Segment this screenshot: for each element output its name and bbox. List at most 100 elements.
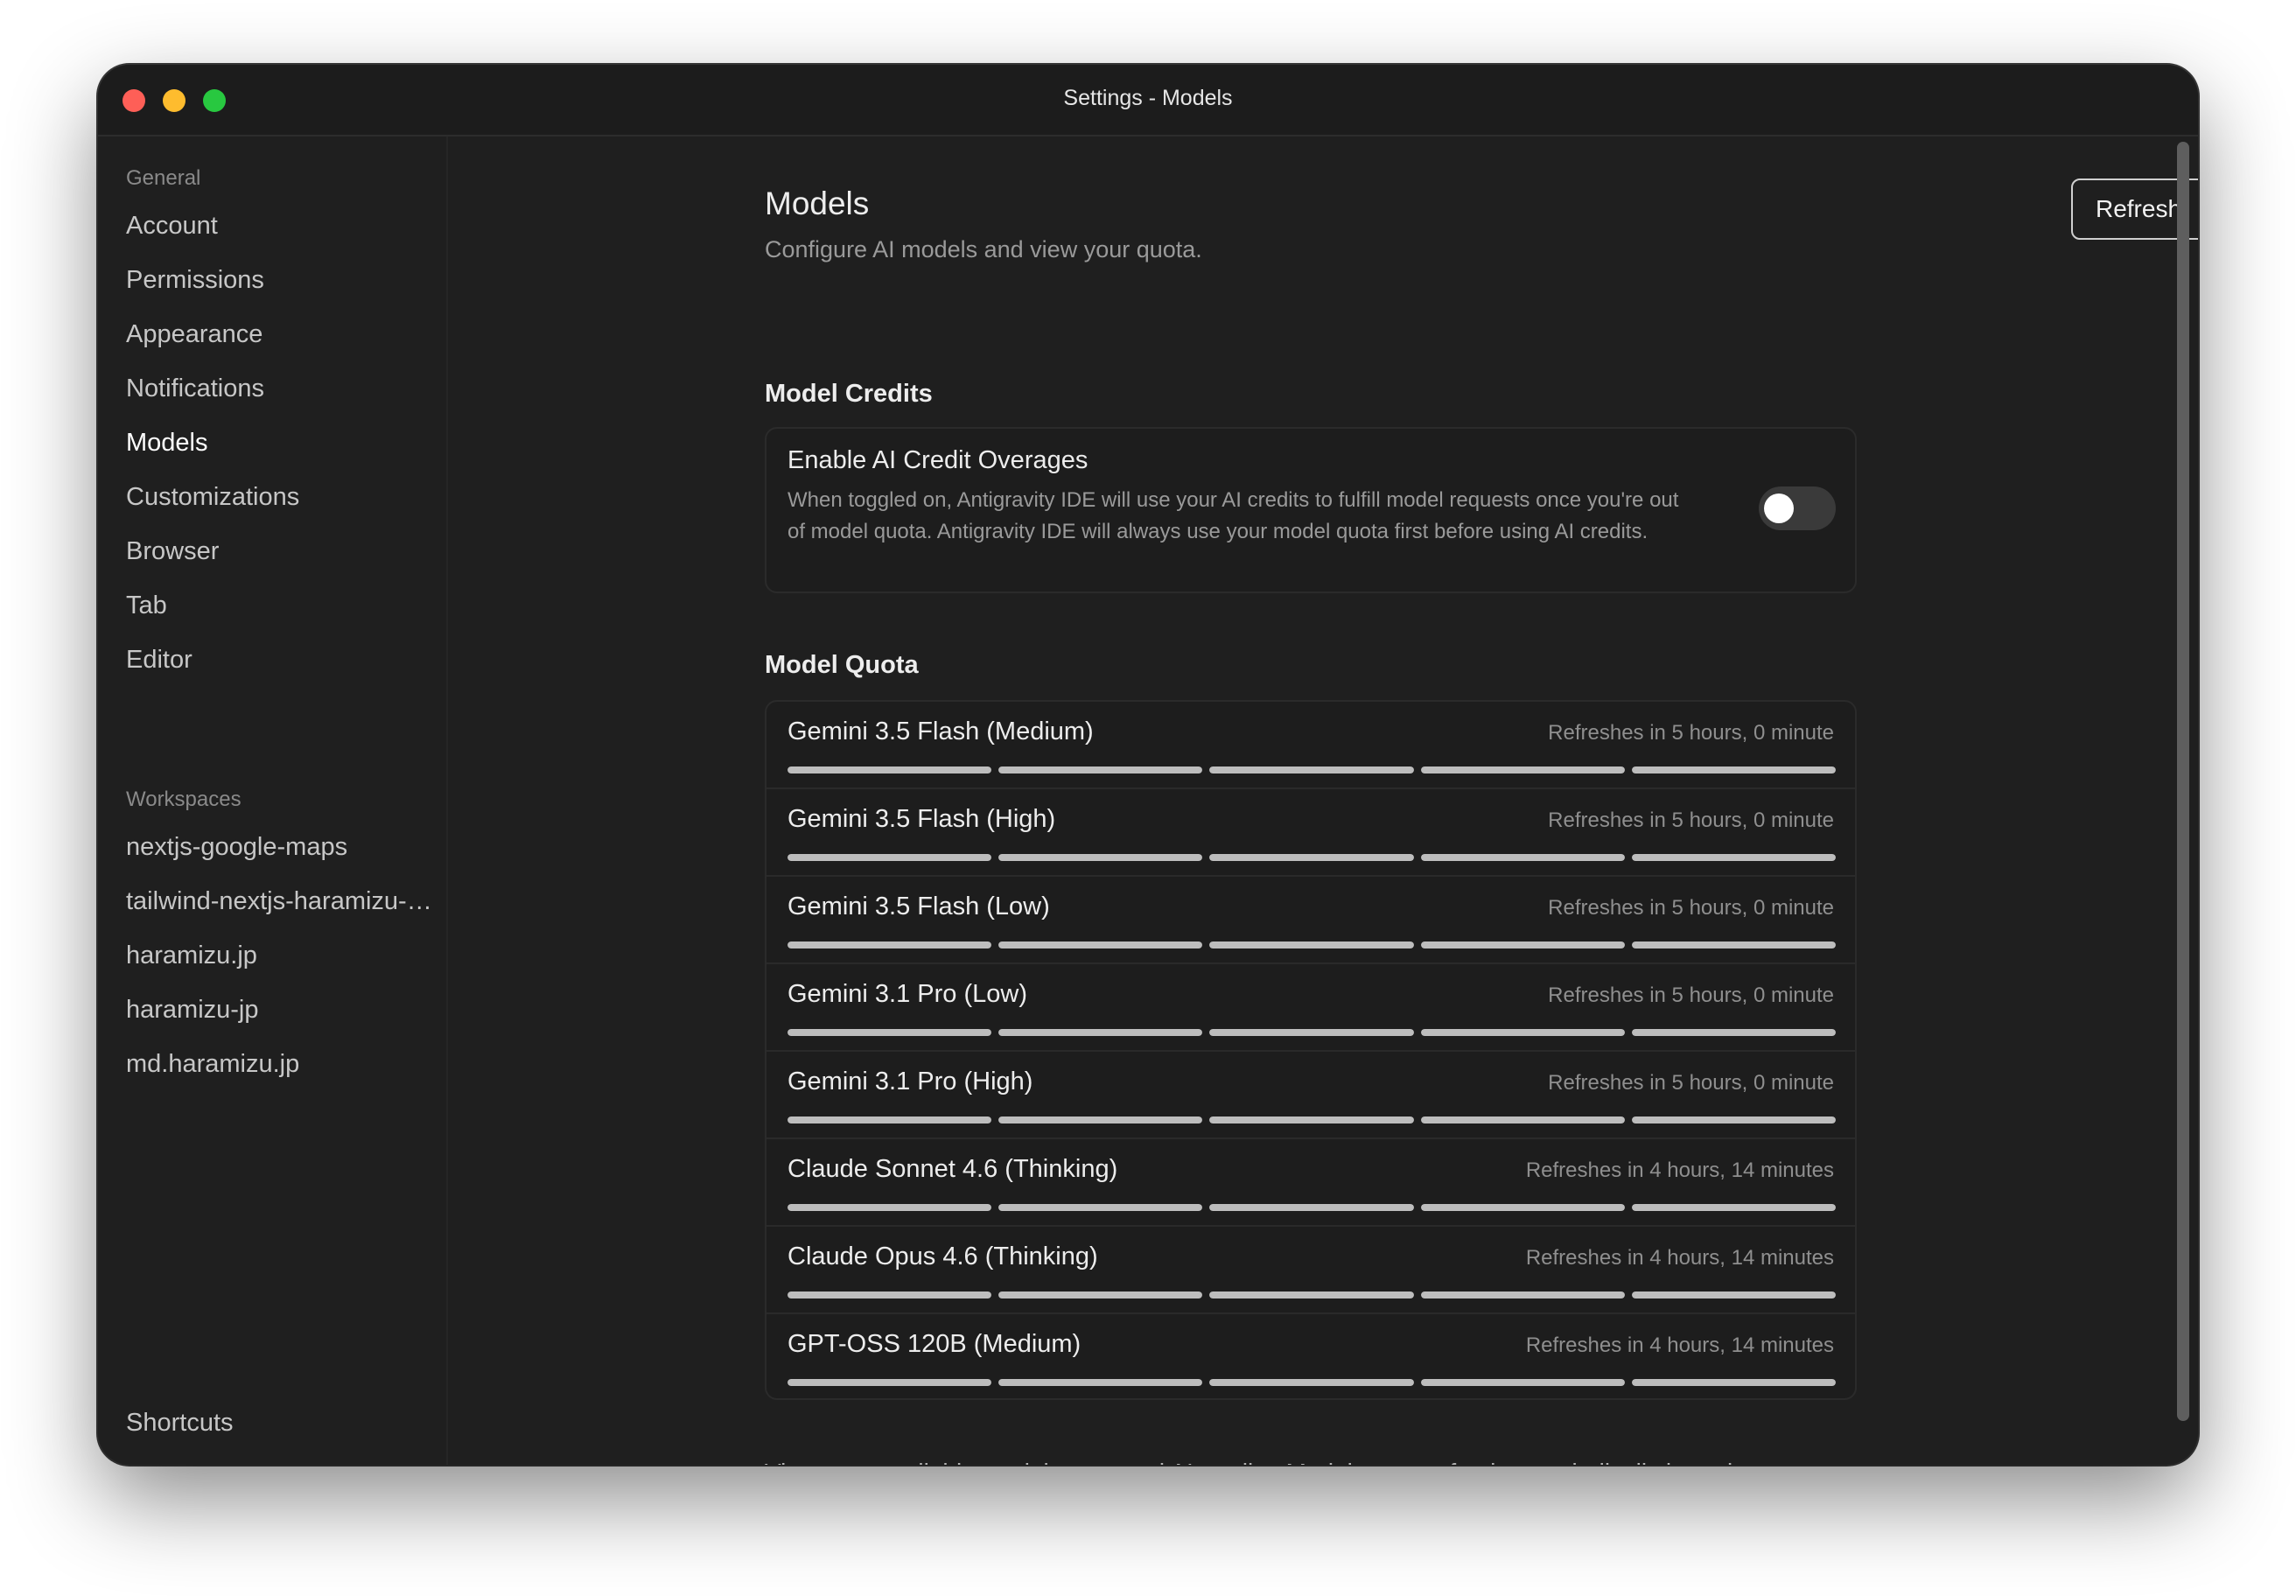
model-name: Claude Opus 4.6 (Thinking) [788,1242,1098,1270]
model-name: Gemini 3.5 Flash (High) [788,805,1056,833]
main-content: Models Configure AI models and view your… [448,136,2198,1465]
quota-segment [998,1379,1203,1386]
quota-segment [1420,1379,1625,1386]
footer-description: View your available model quota and AI c… [765,1454,1867,1465]
quota-segment [1631,854,1837,861]
credit-overages-card: Enable AI Credit Overages When toggled o… [765,427,1857,593]
model-name: Gemini 3.1 Pro (Low) [788,980,1027,1008]
quota-segment [998,1029,1203,1036]
model-quota-heading: Model Quota [765,651,919,679]
quota-segment [1209,942,1414,948]
sidebar-item-shortcuts[interactable]: Shortcuts [126,1409,432,1438]
quota-segment [998,1204,1203,1211]
refresh-time: Refreshes in 4 hours, 14 minutes [1525,1246,1834,1270]
workspace-item-md-haramizu-jp[interactable]: md.haramizu.jp [126,1050,432,1079]
quota-row: Gemini 3.5 Flash (Medium) Refreshes in 5 … [766,702,1855,789]
quota-segment [788,1029,992,1036]
title-bar: Settings - Models [98,65,2198,136]
sidebar-item-account[interactable]: Account [126,212,432,241]
quota-row: Gemini 3.1 Pro (Low) Refreshes in 5 hours… [766,964,1855,1052]
quota-progress-bar [788,1292,1837,1298]
credit-overages-toggle[interactable] [1759,486,1836,530]
refresh-time: Refreshes in 5 hours, 0 minute [1548,1071,1834,1095]
model-name: Gemini 3.1 Pro (High) [788,1068,1033,1096]
quota-segment [998,1292,1203,1298]
quota-segment [1631,1116,1837,1124]
quota-segment [1420,766,1625,774]
quota-segment [1209,766,1414,774]
quota-segment [1209,1029,1414,1036]
quota-segment [998,766,1203,774]
quota-segment [1420,1292,1625,1298]
quota-segment [1420,1204,1625,1211]
sidebar-item-appearance[interactable]: Appearance [126,320,432,349]
quota-segment [1209,1204,1414,1211]
quota-segment [998,942,1203,948]
quota-segment [1420,1116,1625,1124]
model-quota-list: Gemini 3.5 Flash (Medium) Refreshes in 5 … [765,700,1857,1400]
quota-row: Claude Opus 4.6 (Thinking) Refreshes in 4… [766,1227,1855,1314]
refresh-time: Refreshes in 5 hours, 0 minute [1548,984,1834,1007]
quota-segment [788,1292,992,1298]
refresh-time: Refreshes in 5 hours, 0 minute [1548,896,1834,920]
sidebar-item-editor[interactable]: Editor [126,646,432,675]
quota-segment [1420,1029,1625,1036]
quota-segment [788,1204,992,1211]
toggle-knob [1764,494,1794,523]
credit-overages-title: Enable AI Credit Overages [788,446,1088,474]
workspace-item-haramizu-jp[interactable]: haramizu.jp [126,942,432,970]
scrollbar[interactable] [2177,142,2189,1421]
quota-progress-bar [788,854,1837,861]
sidebar-item-notifications[interactable]: Notifications [126,374,432,403]
credit-overages-description: When toggled on, Antigravity IDE will us… [788,488,1679,543]
quota-segment [998,854,1203,861]
workspace-item-tailwind-nextjs-haramizu-blog[interactable]: tailwind-nextjs-haramizu-blog [126,887,432,916]
quota-segment [1631,1029,1837,1036]
quota-row: Claude Sonnet 4.6 (Thinking) Refreshes in… [766,1139,1855,1227]
quota-progress-bar [788,942,1837,948]
sidebar-item-permissions[interactable]: Permissions [126,266,432,295]
quota-segment [1209,1116,1414,1124]
quota-segment [788,766,992,774]
refresh-time: Refreshes in 5 hours, 0 minute [1548,721,1834,745]
sidebar: General Account Permissions Appearance Noti… [98,136,448,1465]
refresh-time: Refreshes in 4 hours, 14 minutes [1525,1158,1834,1182]
quota-row: GPT-OSS 120B (Medium) Refreshes in 4 hour… [766,1314,1855,1402]
sidebar-item-browser[interactable]: Browser [126,537,432,566]
model-name: Gemini 3.5 Flash (Low) [788,892,1050,920]
quota-progress-bar [788,766,1837,774]
page-subtitle: Configure AI models and view your quota. [765,236,1202,262]
model-name: Gemini 3.5 Flash (Medium) [788,718,1094,746]
model-name: GPT-OSS 120B (Medium) [788,1330,1082,1358]
refresh-time: Refreshes in 5 hours, 0 minute [1548,808,1834,832]
quota-segment [1420,942,1625,948]
page-title: Models [765,186,870,221]
quota-segment [1209,854,1414,861]
workspace-item-haramizu-jp[interactable]: haramizu-jp [126,996,432,1025]
quota-segment [1631,1204,1837,1211]
settings-window: Settings - Models General Account Permiss… [98,65,2198,1465]
quota-segment [1631,1292,1837,1298]
quota-segment [788,942,992,948]
quota-segment [1209,1379,1414,1386]
quota-segment [788,854,992,861]
quota-progress-bar [788,1116,1837,1124]
quota-segment [1631,942,1837,948]
quota-segment [788,1379,992,1386]
model-credits-heading: Model Credits [765,380,933,408]
quota-row: Gemini 3.5 Flash (High) Refreshes in 5 ho… [766,789,1855,877]
sidebar-section-workspaces: Workspaces [126,788,242,811]
quota-segment [998,1116,1203,1124]
quota-progress-bar [788,1204,1837,1211]
sidebar-section-general: General [126,166,201,190]
quota-segment [1631,1379,1837,1386]
quota-segment [788,1116,992,1124]
sidebar-item-models[interactable]: Models [126,429,432,458]
quota-segment [1420,854,1625,861]
model-name: Claude Sonnet 4.6 (Thinking) [788,1155,1118,1183]
quota-segment [1631,766,1837,774]
workspace-item-nextjs-google-maps[interactable]: nextjs-google-maps [126,833,432,862]
quota-progress-bar [788,1029,1837,1036]
sidebar-item-tab[interactable]: Tab [126,592,432,620]
sidebar-item-customizations[interactable]: Customizations [126,483,432,512]
